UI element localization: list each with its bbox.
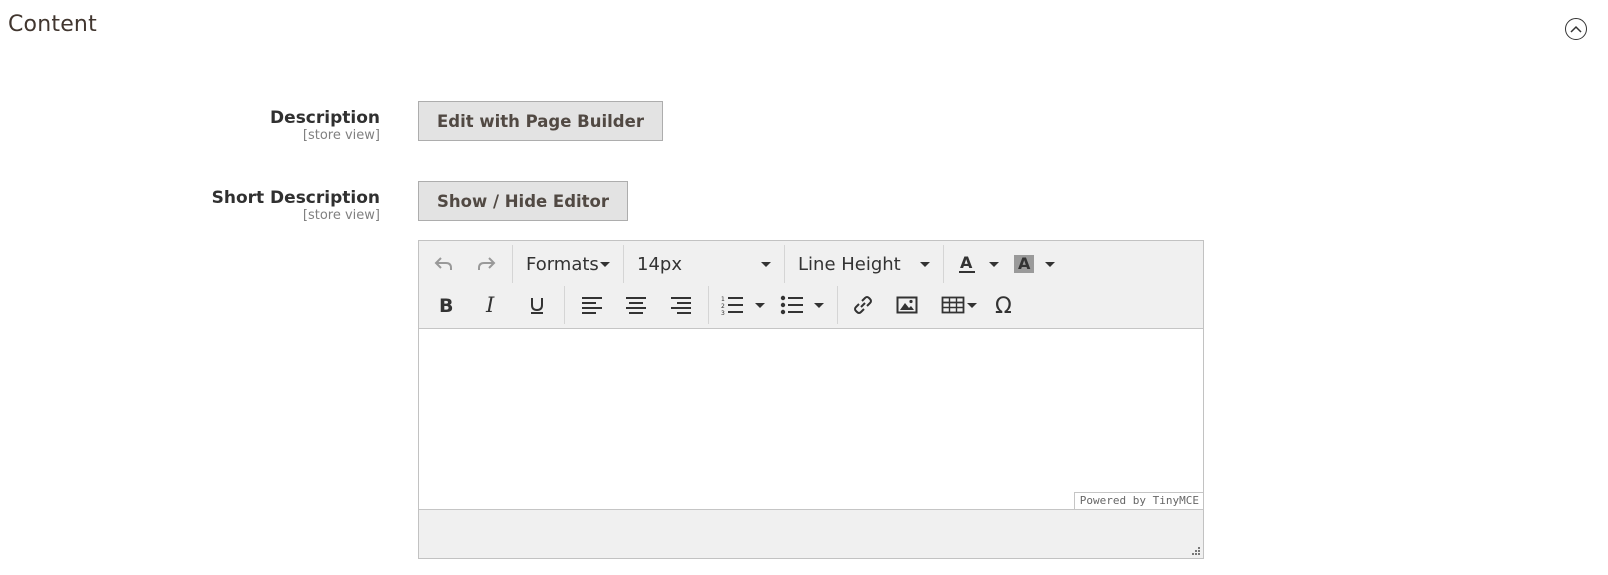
toolbar-separator — [512, 245, 513, 283]
svg-text:2: 2 — [721, 303, 725, 310]
svg-text:I: I — [485, 295, 495, 315]
collapse-section-button[interactable] — [1565, 18, 1587, 40]
bold-button[interactable]: B — [423, 289, 469, 321]
special-character-button[interactable]: Ω — [987, 289, 1025, 321]
insert-image-button[interactable] — [883, 289, 931, 321]
underline-icon — [530, 298, 543, 314]
short-description-scope: [store view] — [302, 208, 380, 223]
chevron-down-icon — [814, 302, 824, 308]
special-character-icon: Ω — [995, 294, 1012, 316]
chevron-down-icon — [761, 261, 771, 267]
chevron-down-icon — [920, 261, 930, 267]
description-label-text: Description — [270, 108, 380, 128]
resize-handle-icon[interactable] — [1189, 544, 1201, 556]
svg-text:1: 1 — [721, 296, 725, 303]
bold-icon: B — [439, 295, 453, 315]
toolbar-row-1: Formats 14px Line Height A A — [423, 245, 1069, 283]
italic-icon: I — [485, 295, 495, 315]
description-scope: [store view] — [302, 128, 380, 143]
align-left-icon — [581, 297, 602, 314]
align-center-icon — [625, 297, 646, 314]
undo-button[interactable] — [423, 248, 465, 280]
align-right-button[interactable] — [658, 289, 703, 321]
chevron-up-icon — [1570, 25, 1582, 33]
redo-icon — [478, 257, 496, 270]
svg-text:A: A — [960, 253, 973, 272]
svg-text:A: A — [1018, 254, 1031, 273]
editor-content-area[interactable]: Powered by TinyMCE — [419, 329, 1203, 510]
insert-table-button[interactable] — [931, 289, 987, 321]
font-size-dropdown[interactable]: 14px — [629, 248, 779, 280]
toolbar-separator — [943, 245, 944, 283]
chevron-down-icon — [1045, 261, 1055, 267]
font-size-value: 14px — [637, 253, 682, 275]
toolbar-separator — [708, 286, 709, 324]
editor-statusbar — [419, 510, 1203, 558]
toolbar-separator — [623, 245, 624, 283]
short-description-label: Short Description [store view] — [212, 188, 380, 224]
background-color-icon: A — [1014, 254, 1034, 273]
chevron-down-icon — [989, 261, 999, 267]
line-height-dropdown[interactable]: Line Height — [790, 248, 938, 280]
toolbar-separator — [837, 286, 838, 324]
short-description-label-text: Short Description — [211, 188, 380, 208]
link-icon — [854, 296, 872, 314]
italic-button[interactable]: I — [469, 289, 514, 321]
bulleted-list-button[interactable] — [772, 289, 832, 321]
text-color-icon: A — [959, 253, 975, 273]
toolbar-separator — [784, 245, 785, 283]
background-color-button[interactable]: A — [1009, 248, 1069, 280]
align-center-button[interactable] — [613, 289, 658, 321]
image-icon — [896, 296, 918, 314]
svg-text:3: 3 — [721, 310, 725, 315]
line-height-label: Line Height — [798, 253, 901, 275]
svg-text:B: B — [439, 295, 453, 315]
bulleted-list-icon — [780, 295, 803, 315]
chevron-down-icon — [755, 302, 765, 308]
align-right-icon — [670, 297, 691, 314]
chevron-down-icon — [967, 302, 977, 308]
description-label: Description [store view] — [270, 108, 380, 144]
wysiwyg-editor: Formats 14px Line Height A A B I 1 2 3 Ω… — [418, 240, 1204, 559]
text-color-button[interactable]: A — [949, 248, 1009, 280]
powered-by-tinymce[interactable]: Powered by TinyMCE — [1073, 492, 1203, 510]
numbered-list-icon: 1 2 3 — [721, 296, 743, 315]
toolbar-separator — [564, 286, 565, 324]
table-icon — [941, 296, 965, 314]
formats-dropdown[interactable]: Formats — [518, 248, 618, 280]
insert-link-button[interactable] — [843, 289, 883, 321]
formats-label: Formats — [526, 253, 599, 275]
toolbar-row-2: B I 1 2 3 Ω — [423, 286, 1025, 324]
chevron-down-icon — [600, 261, 610, 267]
underline-button[interactable] — [514, 289, 559, 321]
numbered-list-button[interactable]: 1 2 3 — [714, 289, 772, 321]
show-hide-editor-button[interactable]: Show / Hide Editor — [418, 181, 629, 221]
redo-button[interactable] — [465, 248, 507, 280]
align-left-button[interactable] — [570, 289, 613, 321]
edit-with-page-builder-button[interactable]: Edit with Page Builder — [418, 101, 663, 141]
undo-icon — [434, 257, 452, 270]
section-title: Content — [8, 12, 97, 37]
svg-text:Ω: Ω — [995, 294, 1012, 316]
editor-toolbar: Formats 14px Line Height A A B I 1 2 3 Ω — [419, 241, 1203, 329]
